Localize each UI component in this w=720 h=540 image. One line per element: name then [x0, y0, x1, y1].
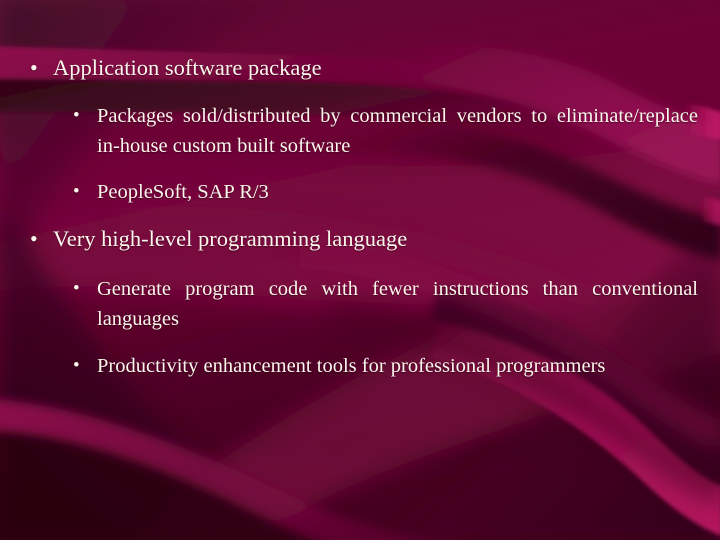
- bullet-text: Very high-level programming language: [53, 226, 408, 251]
- bullet-text: Application software package: [53, 55, 322, 80]
- bullet-level2-item: • PeopleSoft, SAP R/3: [73, 177, 698, 207]
- bullet-level2-item: • Generate program code with fewer instr…: [73, 274, 698, 334]
- slide-body: • Application software package • Package…: [0, 0, 720, 540]
- bullet-marker-icon: •: [30, 55, 38, 80]
- bullet-marker-icon: •: [73, 105, 80, 126]
- bullet-text: Generate program code with fewer instruc…: [97, 278, 698, 330]
- bullet-level2-item: • Packages sold/distributed by commercia…: [73, 101, 698, 161]
- bullet-marker-icon: •: [73, 355, 80, 376]
- bullet-level1-item: • Application software package: [30, 53, 690, 83]
- bullet-text: Productivity enhancement tools for profe…: [97, 355, 606, 377]
- bullet-level1-item: • Very high-level programming language: [30, 224, 690, 254]
- presentation-slide: • Application software package • Package…: [0, 0, 720, 540]
- bullet-marker-icon: •: [73, 278, 80, 299]
- bullet-text: Packages sold/distributed by commercial …: [97, 105, 698, 157]
- bullet-text: PeopleSoft, SAP R/3: [97, 181, 269, 203]
- bullet-level2-item: • Productivity enhancement tools for pro…: [73, 351, 698, 381]
- bullet-marker-icon: •: [73, 181, 80, 202]
- bullet-marker-icon: •: [30, 226, 38, 251]
